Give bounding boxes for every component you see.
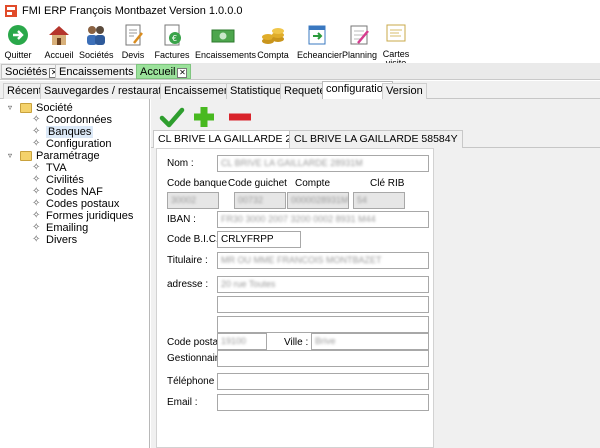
compte-field[interactable]: 0000028931M bbox=[287, 192, 349, 209]
leaf-icon: ✧ bbox=[32, 138, 41, 149]
tab-societes[interactable]: Sociétés✕ bbox=[1, 64, 64, 79]
code-banque-label: Code banque bbox=[167, 178, 228, 189]
bank-config-pane: CL BRIVE LA GAILLARDE 28931M CL BRIVE LA… bbox=[151, 99, 600, 448]
folder-icon bbox=[20, 103, 32, 113]
folder-icon bbox=[20, 151, 32, 161]
tab-version[interactable]: Version bbox=[382, 83, 427, 99]
check-icon[interactable] bbox=[159, 106, 185, 128]
cle-rib-field[interactable]: 54 bbox=[353, 192, 405, 209]
document-tabs: Sociétés✕ Encaissements✕ Accueil✕ bbox=[0, 63, 600, 80]
schedule-icon bbox=[308, 25, 326, 45]
plus-icon[interactable] bbox=[191, 106, 217, 128]
societes-button[interactable]: Sociétés bbox=[79, 21, 114, 60]
iban-label: IBAN : bbox=[167, 214, 196, 225]
invoice-icon: € bbox=[164, 24, 181, 46]
code-banque-field[interactable]: 30002 bbox=[167, 192, 219, 209]
leaf-icon: ✧ bbox=[32, 210, 41, 221]
minus-icon[interactable] bbox=[227, 106, 253, 128]
nom-label: Nom : bbox=[167, 158, 194, 169]
compte-label: Compte bbox=[295, 178, 331, 189]
tree-item-formes-juridiques[interactable]: ✧ Formes juridiques bbox=[32, 210, 147, 222]
tree-item-codes-postaux[interactable]: ✧ Codes postaux bbox=[32, 198, 147, 210]
iban-field[interactable]: FR30 3000 2007 3200 0002 8931 M44 bbox=[217, 211, 429, 228]
tree-item-tva[interactable]: ✧ TVA bbox=[32, 162, 147, 174]
email-label: Email : bbox=[167, 397, 198, 408]
bank-account-tabs: CL BRIVE LA GAILLARDE 28931M CL BRIVE LA… bbox=[151, 130, 600, 148]
title-bar: FMI ERP François Montbazet Version 1.0.0… bbox=[0, 0, 600, 21]
cartes-visite-button[interactable]: Cartes visite bbox=[381, 21, 411, 68]
cash-icon bbox=[211, 29, 235, 43]
factures-button[interactable]: € Factures bbox=[154, 21, 190, 60]
code-guichet-field[interactable]: 00732 bbox=[234, 192, 286, 209]
gestionnaire-field[interactable] bbox=[217, 350, 429, 367]
exit-icon bbox=[8, 25, 28, 45]
cle-rib-label: Clé RIB bbox=[370, 178, 405, 189]
adresse-label: adresse : bbox=[167, 279, 209, 290]
bank-form: Nom : CL BRIVE LA GAILLARDE 28931M Code … bbox=[156, 148, 434, 448]
code-postal-label: Code postal bbox=[167, 337, 221, 348]
quote-document-icon bbox=[125, 24, 143, 46]
tree-item-coordonnees[interactable]: ✧ Coordonnées bbox=[32, 114, 147, 126]
echeancier-button[interactable]: Echeancier bbox=[297, 21, 342, 60]
accueil-button[interactable]: Accueil bbox=[42, 21, 76, 60]
telephone-label: Téléphone : bbox=[167, 376, 220, 387]
svg-text:€: € bbox=[172, 34, 177, 43]
titulaire-field[interactable]: MR OU MME FRANCOIS MONTBAZET bbox=[217, 252, 429, 269]
leaf-icon: ✧ bbox=[32, 126, 41, 137]
collapse-icon[interactable]: ▿ bbox=[8, 104, 16, 112]
leaf-icon: ✧ bbox=[32, 114, 41, 125]
close-icon[interactable]: ✕ bbox=[177, 68, 188, 78]
navigation-tree: ▿ Société ✧ Coordonnées ✧ Banques ✧ Conf… bbox=[0, 99, 150, 448]
tree-node-societe[interactable]: ▿ Société bbox=[8, 102, 148, 114]
tree-item-divers[interactable]: ✧ Divers bbox=[32, 234, 147, 246]
adresse-line-1-field[interactable]: 20 rue Toutes bbox=[217, 276, 429, 293]
bic-label: Code B.I.C. : bbox=[167, 234, 225, 245]
leaf-icon: ✧ bbox=[32, 162, 41, 173]
home-icon bbox=[49, 26, 69, 45]
leaf-icon: ✧ bbox=[32, 234, 41, 245]
section-tabs: Récent Sauvegardes / restaurations Encai… bbox=[0, 81, 600, 100]
window-title: FMI ERP François Montbazet Version 1.0.0… bbox=[22, 4, 243, 17]
ville-field[interactable]: Brive bbox=[311, 333, 429, 350]
adresse-line-2-field[interactable] bbox=[217, 296, 429, 313]
quitter-button[interactable]: Quitter bbox=[4, 21, 32, 60]
tree-item-configuration[interactable]: ✧ Configuration bbox=[32, 138, 147, 150]
ville-label: Ville : bbox=[284, 337, 309, 348]
business-card-icon bbox=[386, 24, 406, 42]
planning-icon bbox=[350, 25, 369, 45]
tree-item-civilites[interactable]: ✧ Civilités bbox=[32, 174, 147, 186]
leaf-icon: ✧ bbox=[32, 222, 41, 233]
devis-button[interactable]: Devis bbox=[118, 21, 148, 60]
tab-bank-account-2[interactable]: CL BRIVE LA GAILLARDE 58584Y bbox=[289, 130, 463, 148]
leaf-icon: ✧ bbox=[32, 198, 41, 209]
encaissements-button[interactable]: Encaissements bbox=[195, 21, 256, 60]
nom-field[interactable]: CL BRIVE LA GAILLARDE 28931M bbox=[217, 155, 429, 172]
leaf-icon: ✧ bbox=[32, 174, 41, 185]
compta-button[interactable]: Compta bbox=[256, 21, 290, 60]
tree-item-codes-naf[interactable]: ✧ Codes NAF bbox=[32, 186, 147, 198]
people-icon bbox=[87, 26, 105, 45]
bic-field[interactable]: CRLYFRPP bbox=[217, 231, 301, 248]
gestionnaire-label: Gestionnaire bbox=[167, 353, 224, 364]
code-postal-field[interactable]: 19100 bbox=[217, 333, 267, 350]
telephone-field[interactable] bbox=[217, 373, 429, 390]
leaf-icon: ✧ bbox=[32, 186, 41, 197]
adresse-line-3-field[interactable] bbox=[217, 316, 429, 333]
collapse-icon[interactable]: ▿ bbox=[8, 152, 16, 160]
email-field[interactable] bbox=[217, 394, 429, 411]
tree-node-parametrage[interactable]: ▿ Paramétrage bbox=[8, 150, 148, 162]
tree-item-emailing[interactable]: ✧ Emailing bbox=[32, 222, 147, 234]
titulaire-label: Titulaire : bbox=[167, 255, 208, 266]
tab-accueil[interactable]: Accueil ✕ bbox=[136, 64, 192, 79]
code-guichet-label: Code guichet bbox=[228, 178, 287, 189]
tree-item-banques[interactable]: ✧ Banques bbox=[32, 126, 147, 138]
coins-icon bbox=[262, 28, 284, 44]
planning-button[interactable]: Planning bbox=[342, 21, 377, 60]
app-icon bbox=[5, 4, 17, 17]
ribbon-toolbar: Quitter Accueil Sociétés Devis € Facture… bbox=[0, 21, 600, 68]
